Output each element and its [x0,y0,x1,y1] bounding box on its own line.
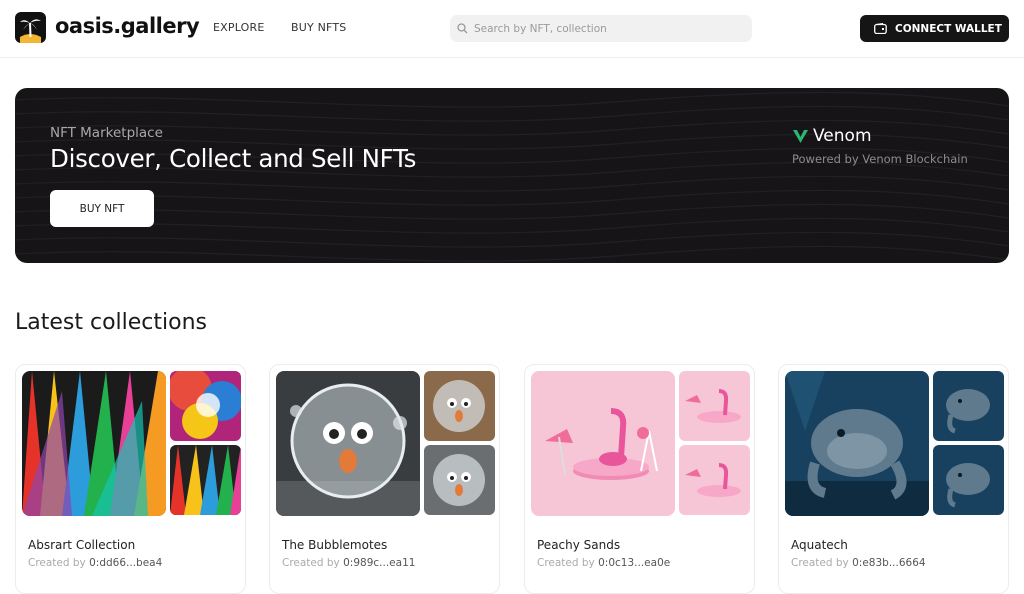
hero-kicker: NFT Marketplace [50,125,163,141]
collection-name: The Bubblemotes [282,538,388,552]
connect-wallet-label: CONNECT WALLET [895,22,1002,35]
search-input[interactable] [474,15,744,42]
powered-by-text: Powered by Venom Blockchain [792,152,968,166]
collection-card[interactable]: Aquatech Created by 0:e83b...6664 [778,364,1009,594]
collection-card[interactable]: The Bubblemotes Created by 0:989c...ea11 [269,364,500,594]
collection-main-image [276,371,420,516]
collection-creator: Created by 0:e83b...6664 [791,557,926,569]
wallet-icon [874,23,887,34]
wave-pattern-background [15,91,1009,262]
nav-buy-nfts[interactable]: BUY NFTS [291,21,346,34]
brand-name[interactable]: oasis.gallery [55,14,200,38]
collection-thumb-1 [679,371,750,441]
collection-card[interactable]: Absrart Collection Created by 0:dd66...b… [15,364,246,594]
connect-wallet-button[interactable]: CONNECT WALLET [860,15,1009,42]
collection-name: Peachy Sands [537,538,621,552]
collection-thumb-1 [933,371,1004,441]
collection-thumb-1 [170,371,241,441]
nav-explore[interactable]: EXPLORE [213,21,265,34]
venom-name: Venom [813,126,872,146]
hero-title: Discover, Collect and Sell NFTs [50,144,417,173]
collection-main-image [785,371,929,516]
top-navigation: oasis.gallery EXPLORE BUY NFTS CONNECT W… [0,0,1024,58]
buy-nft-button[interactable]: BUY NFT [50,190,154,227]
venom-logo-icon [793,129,808,143]
collection-thumb-2 [679,445,750,515]
collection-creator: Created by 0:0c13...ea0e [537,557,671,569]
collection-thumb-1 [424,371,495,441]
collection-thumb-2 [170,445,241,515]
palm-tree-logo[interactable] [15,12,46,43]
venom-brand[interactable]: Venom [792,126,872,146]
collection-name: Aquatech [791,538,848,552]
collection-name: Absrart Collection [28,538,136,552]
collection-main-image [22,371,166,516]
collection-thumb-2 [933,445,1004,515]
hero-banner: NFT Marketplace Discover, Collect and Se… [15,88,1009,263]
collection-card[interactable]: Peachy Sands Created by 0:0c13...ea0e [524,364,755,594]
collection-main-image [531,371,675,516]
collection-thumb-2 [424,445,495,515]
collection-creator: Created by 0:989c...ea11 [282,557,416,569]
section-title: Latest collections [15,310,207,335]
search-icon [457,23,468,34]
search-bar [450,15,752,42]
collection-creator: Created by 0:dd66...bea4 [28,557,163,569]
